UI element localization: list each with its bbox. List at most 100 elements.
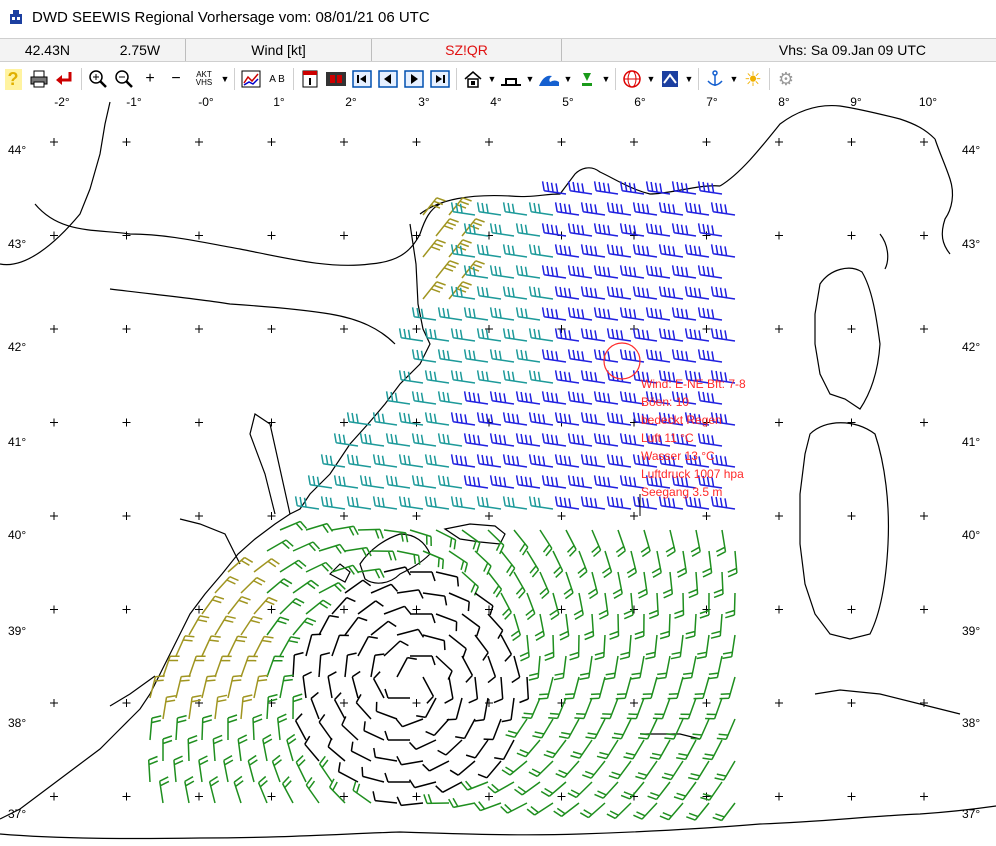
akt-vhs-dropdown[interactable]: ▼ bbox=[219, 66, 231, 92]
wind-barb bbox=[489, 307, 515, 321]
wind-barb bbox=[149, 715, 162, 741]
wind-barb bbox=[710, 328, 736, 342]
wind-map[interactable]: -2° -1° -0° 1° 2° 3° 4° 5° 6° 7° 8° 9° 10° 44° 44° 43° 4… bbox=[0, 94, 996, 846]
anchor-button[interactable] bbox=[702, 66, 728, 92]
wind-barb bbox=[398, 412, 424, 426]
wind-barb bbox=[719, 676, 736, 700]
arrow-down-dropdown[interactable]: ▼ bbox=[600, 66, 612, 92]
wind-barb bbox=[528, 244, 554, 258]
wind-barb bbox=[534, 613, 545, 641]
home-dropdown[interactable]: ▼ bbox=[486, 66, 498, 92]
wind-barb bbox=[515, 433, 541, 447]
exit-button[interactable] bbox=[52, 66, 78, 92]
wind-barb bbox=[606, 244, 632, 258]
wind-barb bbox=[632, 286, 658, 300]
wind-barb bbox=[346, 454, 372, 468]
wind-barb bbox=[450, 202, 476, 216]
globe-button[interactable] bbox=[619, 66, 645, 92]
plus-button[interactable]: + bbox=[137, 66, 163, 92]
zoom-out-button[interactable] bbox=[111, 66, 137, 92]
wind-barb bbox=[257, 775, 268, 804]
wave-dropdown[interactable]: ▼ bbox=[562, 66, 574, 92]
wind-barb bbox=[684, 328, 710, 342]
wind-barb bbox=[623, 592, 634, 620]
print-button[interactable] bbox=[26, 66, 52, 92]
wind-barb bbox=[227, 556, 254, 573]
wind-barb bbox=[710, 244, 736, 258]
wind-barb bbox=[463, 307, 489, 321]
wind-barb bbox=[513, 571, 526, 599]
baseline-button[interactable] bbox=[498, 66, 524, 92]
wind-barb bbox=[690, 529, 701, 557]
sun-button[interactable]: ☀ bbox=[740, 66, 766, 92]
first-frame-button[interactable] bbox=[349, 66, 375, 92]
wind-barb bbox=[162, 655, 180, 678]
last-frame-button[interactable] bbox=[427, 66, 453, 92]
chart-button[interactable] bbox=[238, 66, 264, 92]
zoom-in-button[interactable] bbox=[85, 66, 111, 92]
film-icon bbox=[326, 72, 346, 86]
wind-barb bbox=[674, 592, 685, 619]
wind-barb bbox=[346, 496, 372, 510]
wave-icon bbox=[539, 75, 559, 86]
minus-button[interactable]: − bbox=[163, 66, 189, 92]
wind-barb bbox=[697, 433, 723, 447]
wind-barb bbox=[252, 713, 263, 741]
wind-barb bbox=[444, 676, 454, 704]
ab-button[interactable]: A B bbox=[264, 66, 290, 92]
wind-barb bbox=[162, 735, 173, 761]
longitude-label: 5° bbox=[562, 95, 574, 109]
wind-barb bbox=[515, 391, 541, 405]
wind-barb bbox=[528, 454, 554, 468]
flag-button[interactable] bbox=[657, 66, 683, 92]
status-code: SZ!QR bbox=[372, 39, 562, 61]
film-button[interactable] bbox=[323, 66, 349, 92]
wind-barb bbox=[511, 655, 521, 684]
graticule-mark bbox=[412, 699, 421, 707]
next-frame-button[interactable] bbox=[401, 66, 427, 92]
longitude-readout: 2.75W bbox=[119, 42, 161, 58]
graticule-mark bbox=[775, 792, 783, 801]
wind-barb bbox=[318, 652, 331, 678]
wind-barb bbox=[266, 655, 285, 678]
wind-barb bbox=[424, 328, 450, 342]
chevron-down-icon: ▼ bbox=[684, 74, 694, 84]
wind-barb bbox=[437, 739, 463, 756]
anchor-dropdown[interactable]: ▼ bbox=[728, 66, 740, 92]
wind-barb bbox=[489, 391, 515, 405]
toolbar: ? + − AKT VHS ▼ A B ▼ ▼ ▼ ▼ ▼ ▼ ▼ ☀ ⚙ bbox=[0, 64, 996, 94]
wind-barb bbox=[320, 496, 346, 510]
home-button[interactable] bbox=[460, 66, 486, 92]
flag-dropdown[interactable]: ▼ bbox=[683, 66, 695, 92]
wind-barb bbox=[593, 307, 619, 321]
globe-dropdown[interactable]: ▼ bbox=[645, 66, 657, 92]
wind-barb bbox=[540, 781, 567, 797]
wind-barb bbox=[563, 571, 574, 600]
exit-icon bbox=[56, 72, 72, 85]
graticule-mark bbox=[340, 512, 348, 520]
help-button[interactable]: ? bbox=[0, 66, 26, 92]
wind-barb bbox=[528, 496, 554, 510]
wind-barb bbox=[198, 755, 209, 783]
wind-barb bbox=[501, 760, 528, 776]
graticule-mark bbox=[630, 138, 638, 146]
akt-vhs-button[interactable]: AKT VHS bbox=[189, 66, 219, 92]
wind-barb bbox=[279, 597, 305, 615]
wind-barb bbox=[541, 265, 567, 279]
wind-barb bbox=[502, 328, 528, 342]
toolbar-separator bbox=[615, 68, 616, 90]
wind-barb bbox=[684, 286, 710, 300]
wind-barb bbox=[357, 635, 378, 657]
graticule-mark bbox=[920, 138, 928, 146]
arrow-down-button[interactable] bbox=[574, 66, 600, 92]
wind-barb bbox=[329, 778, 346, 804]
calendar-button[interactable] bbox=[297, 66, 323, 92]
wind-barb bbox=[684, 202, 710, 216]
prev-frame-button[interactable] bbox=[375, 66, 401, 92]
wave-button[interactable] bbox=[536, 66, 562, 92]
wind-barb bbox=[620, 781, 645, 800]
graticule-mark bbox=[775, 699, 783, 707]
settings-button[interactable]: ⚙ bbox=[773, 66, 799, 92]
graticule-mark bbox=[775, 231, 783, 240]
baseline-dropdown[interactable]: ▼ bbox=[524, 66, 536, 92]
